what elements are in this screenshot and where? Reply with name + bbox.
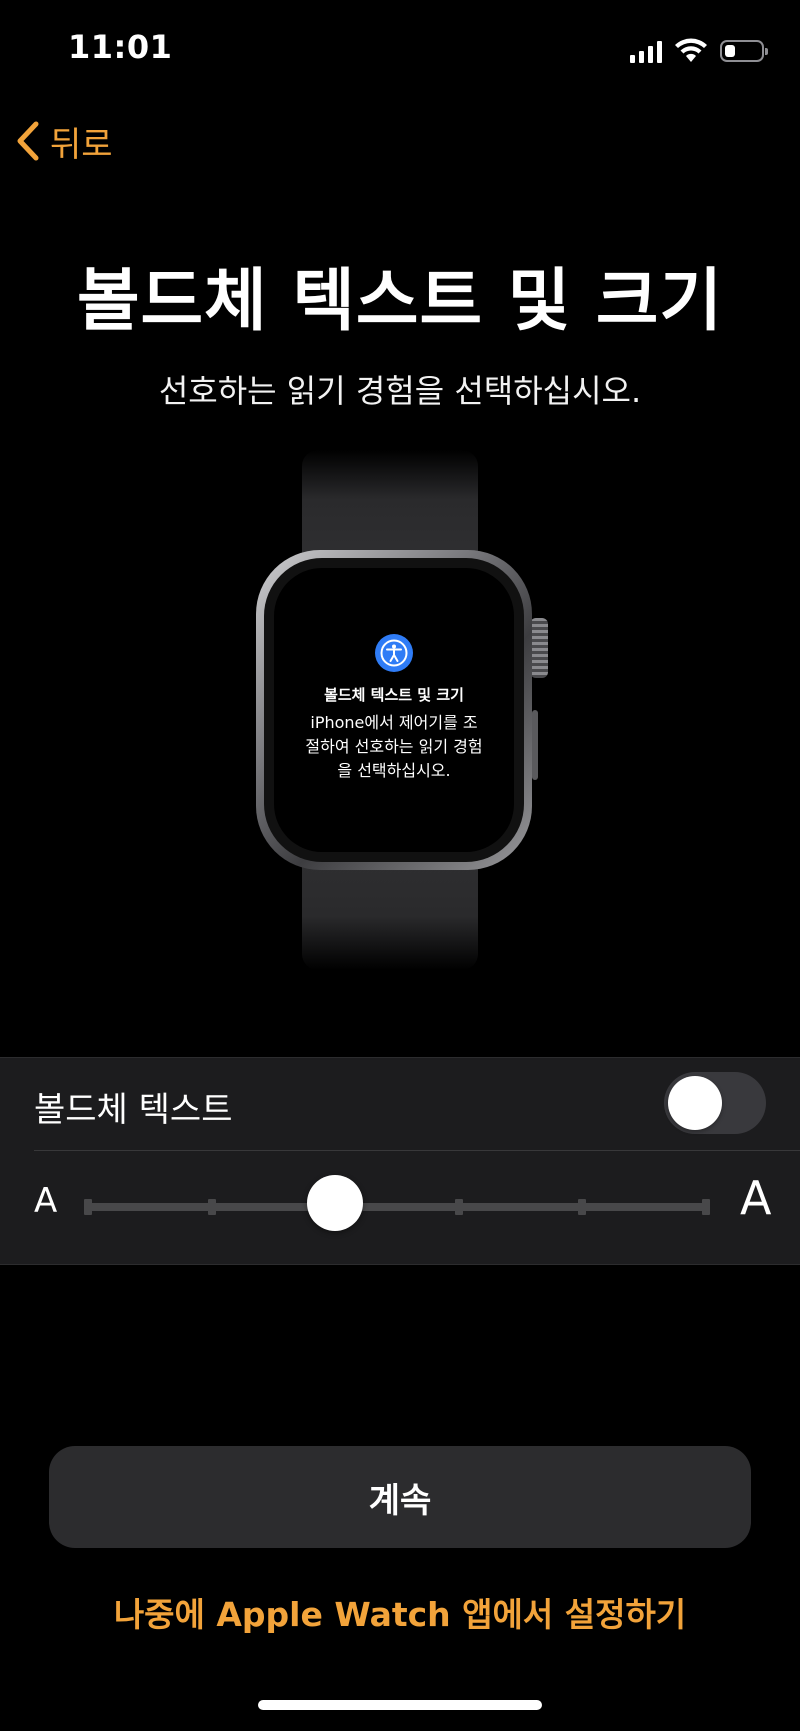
battery-icon [720,40,768,62]
watch-title: 볼드체 텍스트 및 크기 [324,686,464,704]
watch-case: 볼드체 텍스트 및 크기 iPhone에서 제어기를 조절하여 선호하는 읽기 … [256,550,532,870]
watch-body: iPhone에서 제어기를 조절하여 선호하는 읽기 경험을 선택하십시오. [305,713,483,780]
slider-tick [84,1199,92,1215]
slider-thumb[interactable] [307,1175,364,1231]
slider-tick [454,1199,463,1215]
text-size-row: A A [0,1151,800,1263]
accessibility-icon [375,634,413,672]
status-time: 11:01 [68,28,173,66]
continue-button[interactable]: 계속 [49,1446,751,1548]
set-up-later-link[interactable]: 나중에 Apple Watch 앱에서 설정하기 [0,1588,800,1636]
page-subtitle: 선호하는 읽기 경험을 선택하십시오. [158,372,642,410]
page-title: 볼드체 텍스트 및 크기 [76,262,724,341]
cellular-signal-icon [630,39,662,63]
back-button[interactable]: 뒤로 [16,118,113,165]
watch-screen: 볼드체 텍스트 및 크기 iPhone에서 제어기를 조절하여 선호하는 읽기 … [274,568,514,852]
watch-illustration: 볼드체 텍스트 및 크기 iPhone에서 제어기를 조절하여 선호하는 읽기 … [240,450,560,970]
text-size-slider[interactable] [84,1199,710,1215]
text-size-small-icon: A [34,1181,58,1221]
toggle-knob [668,1076,722,1130]
slider-tick [702,1199,710,1215]
chevron-left-icon [17,121,39,161]
watch-band-top [302,450,478,560]
bold-text-toggle[interactable] [664,1072,766,1134]
slider-tick [207,1199,216,1215]
battery-level [725,45,736,57]
settings-group: 볼드체 텍스트 A A [0,1057,800,1265]
status-icons [630,36,768,66]
slider-tick [578,1199,587,1215]
bold-text-row: 볼드체 텍스트 [0,1058,800,1150]
text-size-large-icon: A [740,1171,772,1225]
wifi-icon [675,38,707,62]
home-indicator [258,1700,542,1710]
bold-text-label: 볼드체 텍스트 [34,1090,233,1130]
digital-crown [530,618,548,678]
back-label: 뒤로 [50,124,113,165]
side-button [532,710,538,780]
